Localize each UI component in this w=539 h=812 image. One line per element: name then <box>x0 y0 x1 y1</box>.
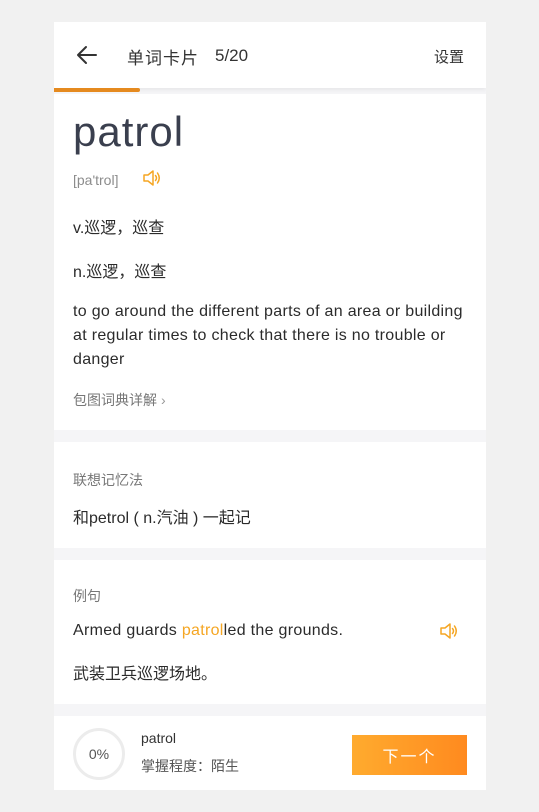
example-card: 例句 Armed guards patrolled the grounds. 武… <box>54 560 486 704</box>
example-label: 例句 <box>73 588 101 604</box>
phonetic: [pa'trol] <box>73 172 119 188</box>
example-text-before: Armed guards <box>73 622 182 639</box>
dictionary-detail-label: 包图词典详解 <box>73 392 157 408</box>
example-sentence-chinese: 武装卫兵巡逻场地。 <box>73 666 218 683</box>
definition-english: to go around the different parts of an a… <box>73 303 463 368</box>
example-text-after: led the grounds. <box>223 622 344 639</box>
example-highlight: patrol <box>181 622 224 639</box>
mnemonic-label: 联想记忆法 <box>73 472 143 488</box>
word-card: patrol [pa'trol] v.巡逻，巡查 n.巡逻，巡查 to go a… <box>54 94 486 430</box>
study-progress-fill <box>54 88 141 92</box>
speaker-icon[interactable] <box>439 622 459 640</box>
example-sentence-english: Armed guards patrolled the grounds. <box>73 622 343 640</box>
dictionary-detail-link[interactable]: 包图词典详解 › <box>73 390 166 410</box>
next-button[interactable]: 下一个 <box>352 735 467 775</box>
headword: patrol <box>73 108 185 155</box>
mnemonic-card: 联想记忆法 和petrol ( n.汽油 ) 一起记 <box>54 442 486 548</box>
study-progress-bar <box>54 88 486 92</box>
page-title: 单词卡片 <box>127 49 199 68</box>
definition-verb: v.巡逻，巡查 <box>73 220 165 237</box>
back-arrow-icon[interactable] <box>76 44 98 66</box>
app-screen: 单词卡片 5/20 设置 patrol [pa'trol] v.巡逻，巡查 n.… <box>54 22 486 790</box>
speaker-icon[interactable] <box>142 169 162 187</box>
settings-button[interactable]: 设置 <box>434 46 464 67</box>
chevron-right-icon: › <box>161 392 166 408</box>
mnemonic-text: 和petrol ( n.汽油 ) 一起记 <box>73 510 251 527</box>
footer-word: patrol <box>141 730 177 746</box>
top-bar: 单词卡片 5/20 设置 <box>54 22 486 88</box>
card-counter: 5/20 <box>215 46 249 65</box>
mastery-level: 掌握程度：陌生 <box>141 758 239 774</box>
bottom-bar: 0% patrol 掌握程度：陌生 下一个 <box>54 716 486 790</box>
mastery-progress-ring: 0% <box>73 728 125 780</box>
definition-noun: n.巡逻，巡查 <box>73 264 167 281</box>
mastery-percent: 0% <box>88 746 110 762</box>
